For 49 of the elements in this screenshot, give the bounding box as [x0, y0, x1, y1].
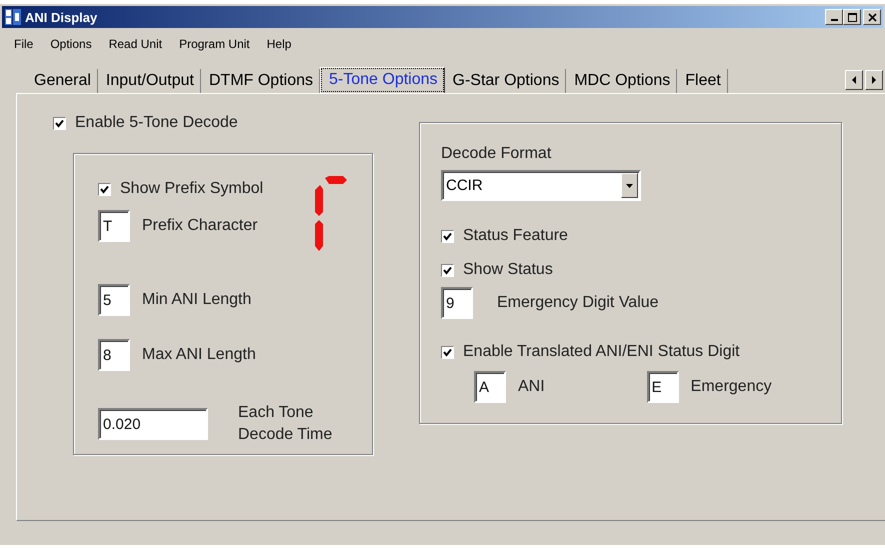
checkbox[interactable]	[441, 264, 454, 276]
dropdown[interactable]: CCIR	[441, 170, 641, 201]
checkbox-label: Show Prefix Symbol	[120, 180, 264, 198]
menu-item[interactable]: Help	[266, 37, 292, 57]
tab[interactable]: Input/Output	[98, 69, 201, 93]
maximize-icon	[848, 12, 856, 22]
tab[interactable]: MDC Options	[566, 69, 678, 93]
field-label: Min ANI Length	[142, 291, 252, 309]
checkbox[interactable]	[53, 116, 66, 130]
input-field[interactable]: 5	[98, 284, 130, 316]
right-arrow-icon	[870, 76, 878, 84]
checkbox[interactable]	[98, 182, 111, 196]
menu-item[interactable]: File	[14, 37, 34, 57]
menu-item[interactable]: Options	[50, 37, 92, 57]
checkbox-label: Enable Translated ANI/ENI Status Digit	[463, 343, 740, 361]
tab[interactable]: General	[26, 69, 98, 93]
scroll-right-button[interactable]	[865, 70, 883, 90]
input-field[interactable]: 9	[441, 287, 473, 319]
dropdown-label: Decode Format	[441, 145, 552, 163]
field-label: Emergency	[690, 378, 772, 396]
checkbox-label: Status Feature	[463, 227, 568, 245]
checkbox[interactable]	[441, 346, 454, 358]
checkbox-label: Enable 5-Tone Decode	[75, 114, 238, 132]
menu-item[interactable]: Read Unit	[108, 37, 162, 57]
close-button[interactable]	[863, 9, 881, 25]
input-field[interactable]: 8	[98, 339, 130, 371]
input-field[interactable]: E	[646, 371, 679, 403]
app-icon	[5, 9, 21, 25]
window-title: ANI Display	[25, 10, 98, 24]
checkbox[interactable]	[441, 230, 454, 242]
field-label: Each Tone Decode Time	[238, 403, 334, 445]
left-arrow-icon	[850, 76, 858, 84]
input-field[interactable]: T	[98, 210, 130, 242]
field-label: ANI	[518, 378, 545, 396]
scroll-left-button[interactable]	[845, 70, 863, 90]
field-label: Max ANI Length	[142, 346, 256, 364]
tab[interactable]: 5-Tone Options	[320, 67, 445, 93]
checkbox-label: Show Status	[463, 261, 553, 279]
input-field[interactable]: 0.020	[98, 408, 208, 440]
input-field[interactable]: A	[474, 371, 506, 403]
tab[interactable]: G-Star Options	[444, 69, 566, 93]
maximize-button[interactable]	[843, 9, 861, 25]
field-label: Prefix Character	[142, 217, 258, 235]
tab[interactable]: Fleet	[677, 69, 728, 93]
minimize-icon	[830, 19, 838, 21]
close-icon	[868, 12, 876, 22]
field-label: Emergency Digit Value	[497, 294, 659, 312]
minimize-button[interactable]	[825, 9, 843, 25]
menu-item[interactable]: Program Unit	[179, 37, 250, 57]
